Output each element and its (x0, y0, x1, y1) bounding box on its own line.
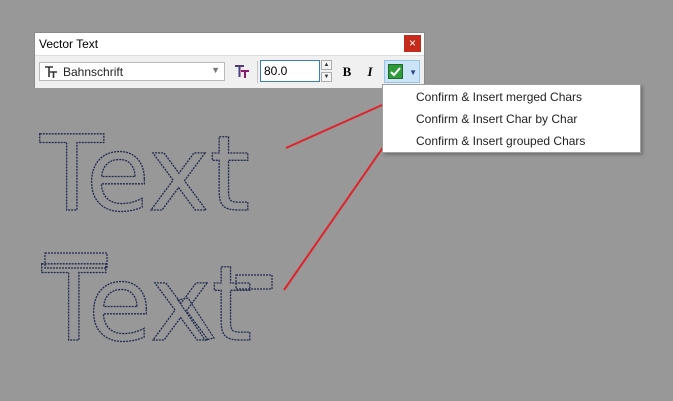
dialog-title: Vector Text (39, 37, 99, 51)
font-icon (45, 66, 57, 78)
menu-item-label: Confirm & Insert merged Chars (416, 90, 583, 104)
dropdown-arrow-icon: ▼ (409, 68, 417, 77)
chevron-down-icon: ▼ (211, 65, 220, 75)
menu-item-merged[interactable]: Confirm & Insert merged Chars (383, 86, 640, 108)
checkmark-icon (388, 64, 403, 79)
toolbar-separator (257, 61, 258, 83)
menu-item-label: Confirm & Insert Char by Char (416, 112, 578, 126)
font-size-input[interactable]: 80.0 (260, 60, 320, 82)
spin-up-icon[interactable]: ▲ (321, 60, 332, 70)
text-toolbar: Bahnschrift ▼ 80.0 ▲ ▼ B I ▼ (35, 55, 424, 88)
font-select[interactable]: Bahnschrift ▼ (39, 62, 225, 81)
outlined-text-merged: Text (39, 113, 250, 235)
italic-button[interactable]: I (360, 62, 380, 82)
dialog-titlebar[interactable]: Vector Text × (35, 33, 424, 55)
close-button[interactable]: × (404, 35, 421, 52)
vector-text-dialog: Vector Text × Bahnschrift ▼ 80.0 ▲ ▼ B I (34, 32, 425, 88)
spin-down-icon[interactable]: ▼ (321, 72, 332, 82)
outlined-text-char-by-char: Text (41, 243, 252, 365)
menu-item-label: Confirm & Insert grouped Chars (416, 134, 586, 148)
text-style-button[interactable] (232, 62, 252, 82)
confirm-insert-menu: Confirm & Insert merged Chars Confirm & … (382, 84, 641, 153)
text-style-icon (235, 65, 249, 78)
bold-button[interactable]: B (337, 62, 357, 82)
menu-item-char-by-char[interactable]: Confirm & Insert Char by Char (383, 108, 640, 130)
menu-item-grouped[interactable]: Confirm & Insert grouped Chars (383, 130, 640, 152)
size-spinner[interactable]: ▲ ▼ (321, 60, 332, 82)
confirm-dropdown-button[interactable]: ▼ (384, 60, 420, 83)
font-name: Bahnschrift (63, 65, 124, 79)
